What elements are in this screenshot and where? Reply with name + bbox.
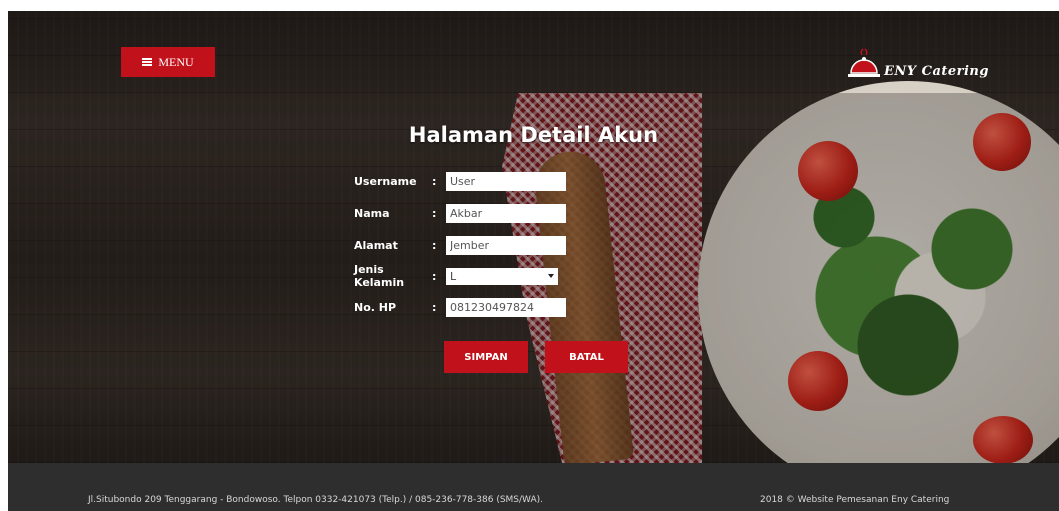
form-row-username: Username :: [354, 171, 566, 191]
colon-separator: :: [432, 206, 437, 220]
nama-input[interactable]: [446, 203, 566, 223]
menu-button[interactable]: MENU: [121, 47, 215, 77]
no-hp-label: No. HP: [354, 300, 397, 314]
colon-separator: :: [432, 174, 437, 188]
footer: Jl.Situbondo 209 Tenggarang - Bondowoso.…: [8, 463, 1059, 511]
username-input[interactable]: [446, 171, 566, 191]
form-row-nama: Nama :: [354, 203, 566, 223]
colon-separator: :: [432, 238, 437, 252]
jenis-kelamin-select[interactable]: L: [446, 267, 558, 285]
jenis-kelamin-label: Jenis Kelamin: [354, 263, 405, 289]
colon-separator: :: [432, 269, 437, 283]
hamburger-icon: [142, 58, 153, 66]
username-label: Username: [354, 174, 417, 188]
form-row-alamat: Alamat :: [354, 235, 566, 255]
alamat-label: Alamat: [354, 238, 398, 252]
save-button[interactable]: SIMPAN: [444, 341, 528, 373]
form-row-jenis-kelamin: Jenis Kelamin : L: [354, 263, 558, 289]
nama-label: Nama: [354, 206, 390, 220]
footer-copyright: 2018 © Website Pemesanan Eny Catering: [760, 495, 950, 505]
cancel-button[interactable]: BATAL: [545, 341, 628, 373]
page-title: Halaman Detail Akun: [408, 123, 659, 147]
alamat-input[interactable]: [446, 235, 566, 255]
form-row-no-hp: No. HP :: [354, 297, 566, 317]
footer-address: Jl.Situbondo 209 Tenggarang - Bondowoso.…: [88, 495, 543, 505]
site-logo[interactable]: ENY Catering: [846, 47, 989, 79]
logo-text: ENY Catering: [884, 64, 989, 79]
no-hp-input[interactable]: [446, 297, 566, 317]
chevron-down-icon: [548, 274, 554, 278]
page: MENU ENY Catering Halaman Detail Akun Us…: [8, 11, 1059, 511]
serving-cloche-icon: [848, 48, 880, 77]
hero-background: MENU ENY Catering Halaman Detail Akun Us…: [8, 11, 1059, 501]
jenis-kelamin-selected-value: L: [450, 269, 457, 283]
colon-separator: :: [432, 300, 437, 314]
menu-label: MENU: [158, 54, 194, 69]
